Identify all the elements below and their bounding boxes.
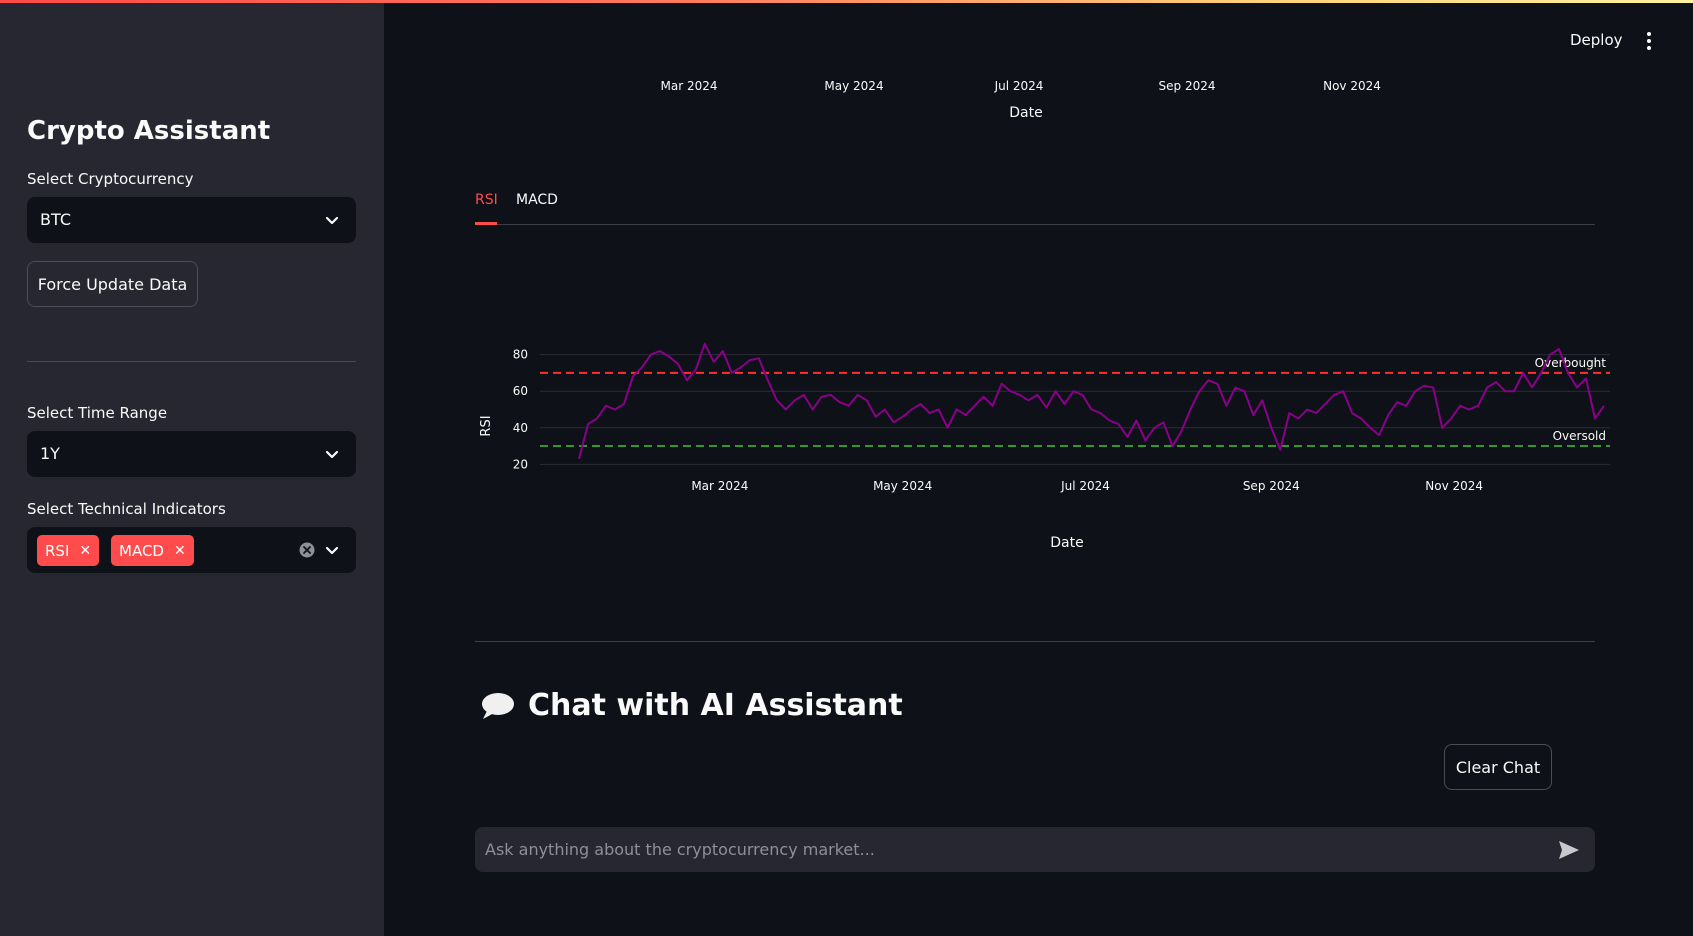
sidebar-title: Crypto Assistant (27, 116, 271, 146)
y-tick-label: 20 (513, 457, 528, 471)
chevron-down-icon (322, 210, 342, 230)
force-update-button[interactable]: Force Update Data (27, 261, 198, 307)
tab-macd[interactable]: MACD (516, 192, 558, 208)
x-axis-title: Date (1009, 105, 1043, 121)
chat-input[interactable] (485, 827, 1525, 872)
x-tick-label: Mar 2024 (691, 479, 748, 493)
tab-active-underline (475, 222, 497, 225)
rsi-chart-svg: 20406080 OverboughtOversold Mar 2024 May … (479, 342, 1610, 551)
y-tick-label: 80 (513, 348, 528, 362)
sidebar: Crypto Assistant Select Cryptocurrency B… (0, 0, 384, 936)
crypto-select-label: Select Cryptocurrency (27, 170, 194, 188)
x-tick-label: May 2024 (824, 79, 884, 93)
crypto-select-value: BTC (40, 210, 71, 229)
x-tick-label: Nov 2024 (1323, 79, 1381, 93)
y-axis-title: RSI (479, 415, 494, 436)
tab-rsi[interactable]: RSI (475, 192, 498, 208)
indicator-tag-rsi: RSI ✕ (37, 535, 100, 566)
top-progress-stripe (0, 0, 1693, 3)
indicators-label: Select Technical Indicators (27, 500, 226, 518)
sidebar-divider (27, 361, 356, 362)
y-tick-label: 40 (513, 421, 528, 435)
chevron-down-icon (322, 444, 342, 464)
speech-bubble-icon (480, 691, 516, 721)
x-tick-label: May 2024 (873, 479, 932, 493)
x-tick-label: Jul 2024 (1060, 479, 1110, 493)
y-tick-label: 60 (513, 384, 528, 398)
rsi-chart: 20 40 60 80 Overbought Oversold Mar 2024 May … (470, 340, 1610, 560)
rsi-series-line (578, 342, 1605, 460)
reference-label-oversold: Oversold (1553, 429, 1606, 443)
indicator-tabs: RSI MACD (475, 190, 1595, 225)
time-range-label: Select Time Range (27, 404, 168, 422)
x-tick-label: Mar 2024 (660, 79, 718, 93)
x-tick-label: Jul 2024 (994, 79, 1044, 93)
x-tick-label: Nov 2024 (1425, 479, 1483, 493)
send-icon[interactable] (1557, 839, 1581, 861)
chat-input-container (475, 827, 1595, 872)
more-options-icon[interactable] (1641, 30, 1657, 52)
time-range-value: 1Y (40, 444, 60, 463)
x-tick-label: Sep 2024 (1158, 79, 1216, 93)
clear-chat-button[interactable]: Clear Chat (1444, 744, 1552, 790)
clear-all-icon[interactable] (298, 541, 316, 559)
indicator-tag-label: MACD (119, 541, 164, 560)
deploy-button[interactable]: Deploy (1570, 31, 1623, 49)
indicator-tag-macd: MACD ✕ (111, 535, 194, 566)
chevron-down-icon (322, 540, 342, 560)
indicators-multiselect[interactable]: RSI ✕ MACD ✕ (27, 527, 356, 573)
crypto-select[interactable]: BTC (27, 197, 356, 243)
x-axis-title: Date (1050, 535, 1083, 551)
indicator-tag-label: RSI (45, 541, 70, 560)
close-icon[interactable]: ✕ (174, 543, 186, 559)
time-range-select[interactable]: 1Y (27, 431, 356, 477)
x-tick-label: Sep 2024 (1243, 479, 1300, 493)
close-icon[interactable]: ✕ (79, 543, 91, 559)
section-divider (475, 641, 1595, 642)
chat-heading: Chat with AI Assistant (480, 688, 903, 723)
chat-title: Chat with AI Assistant (528, 688, 903, 723)
